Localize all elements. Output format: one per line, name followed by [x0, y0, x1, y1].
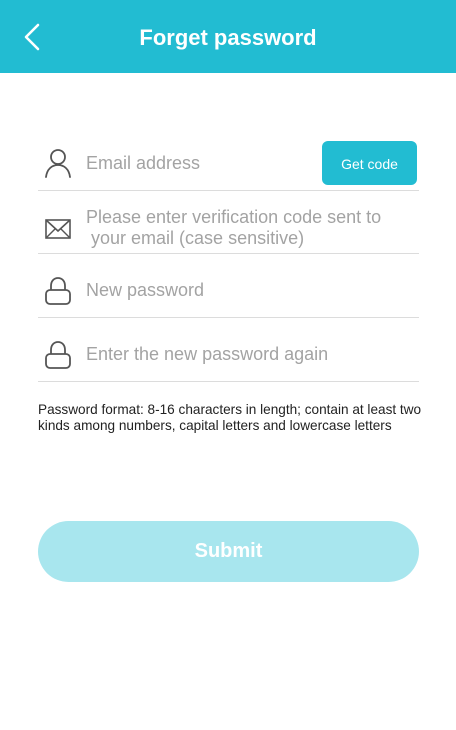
new-password-input[interactable]	[86, 264, 406, 317]
user-icon	[45, 149, 71, 178]
app-header: Forget password	[0, 0, 456, 73]
lock-icon	[45, 341, 71, 369]
page-title: Forget password	[139, 25, 317, 50]
confirm-password-input[interactable]	[86, 328, 406, 381]
verification-code-row[interactable]: Please enter verification code sent to y…	[38, 201, 419, 254]
password-format-hint: Password format: 8-16 characters in leng…	[38, 402, 422, 433]
email-row: Get code	[38, 137, 419, 191]
lock-icon	[45, 277, 71, 305]
get-code-button[interactable]: Get code	[322, 141, 417, 185]
verification-code-field[interactable]: Please enter verification code sent to y…	[86, 207, 406, 249]
envelope-icon	[45, 219, 71, 239]
new-password-row	[38, 264, 419, 318]
submit-button[interactable]: Submit	[38, 521, 419, 582]
email-input[interactable]	[86, 137, 306, 190]
confirm-password-row	[38, 328, 419, 382]
